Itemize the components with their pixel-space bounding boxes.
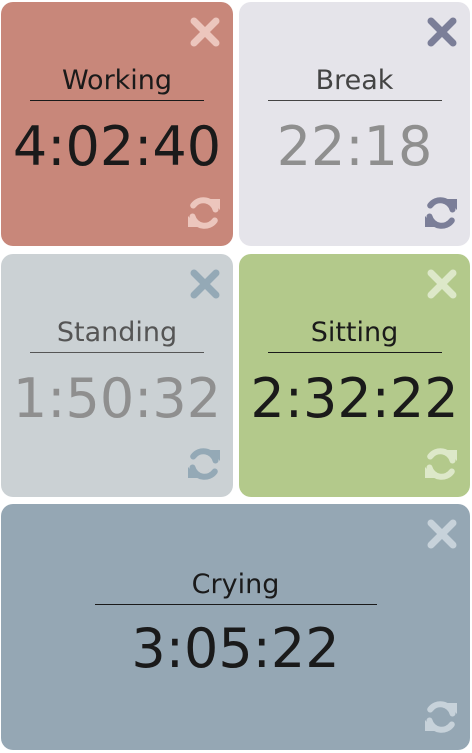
timer-label: Crying <box>94 568 377 605</box>
timer-card-crying[interactable]: Crying 3:05:22 <box>1 504 470 750</box>
timer-time: 2:32:22 <box>250 367 459 430</box>
refresh-icon[interactable] <box>422 698 460 736</box>
close-icon[interactable] <box>426 268 458 300</box>
close-icon[interactable] <box>426 518 458 550</box>
close-icon[interactable] <box>426 16 458 48</box>
timer-time: 22:18 <box>276 115 433 178</box>
refresh-icon[interactable] <box>422 445 460 483</box>
timer-label: Working <box>30 64 204 101</box>
refresh-icon[interactable] <box>185 445 223 483</box>
timer-time: 3:05:22 <box>131 617 340 680</box>
refresh-icon[interactable] <box>422 194 460 232</box>
refresh-icon[interactable] <box>185 194 223 232</box>
timer-card-standing[interactable]: Standing 1:50:32 <box>1 254 233 497</box>
timer-card-break[interactable]: Break 22:18 <box>239 2 470 246</box>
close-icon[interactable] <box>189 268 221 300</box>
close-icon[interactable] <box>189 16 221 48</box>
timer-card-working[interactable]: Working 4:02:40 <box>1 2 233 246</box>
timer-card-sitting[interactable]: Sitting 2:32:22 <box>239 254 470 497</box>
timer-label: Sitting <box>267 316 442 353</box>
timer-time: 4:02:40 <box>12 115 222 178</box>
timer-label: Standing <box>30 316 204 353</box>
timer-time: 1:50:32 <box>12 367 222 430</box>
timer-label: Break <box>267 64 442 101</box>
